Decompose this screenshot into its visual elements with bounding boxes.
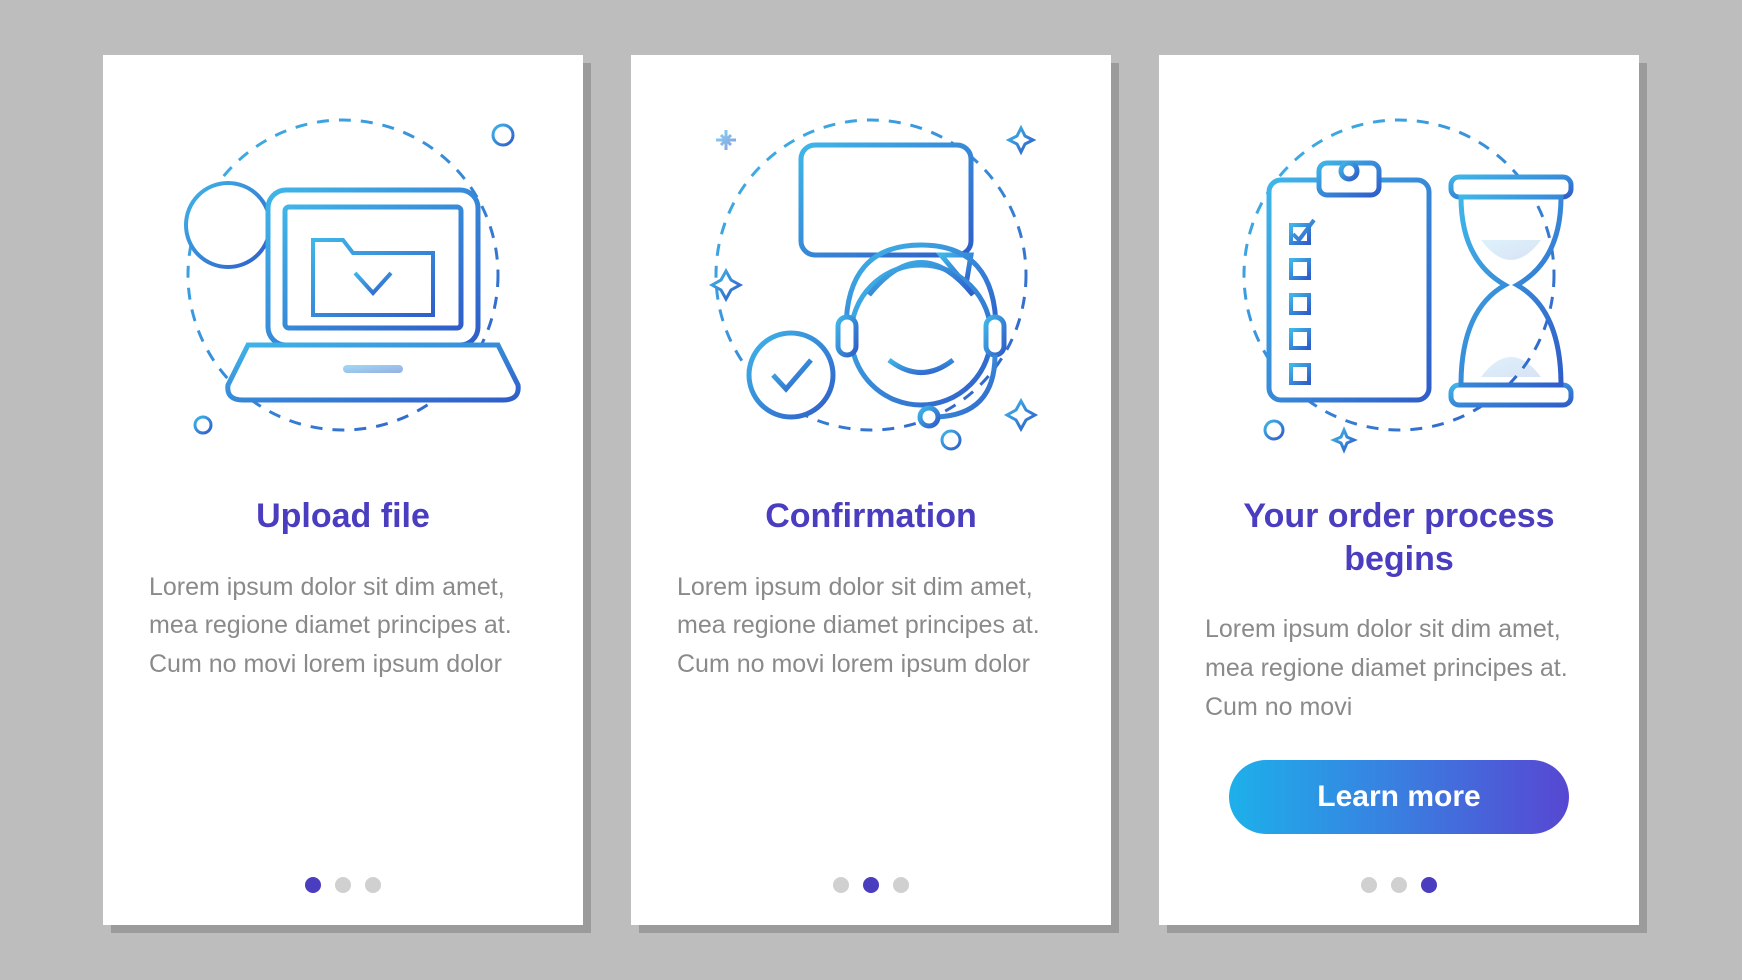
- dot-1[interactable]: [305, 877, 321, 893]
- onboarding-card-3: Your order process begins Lorem ipsum do…: [1159, 55, 1639, 925]
- checkmark-circle-icon: [749, 333, 833, 417]
- dot-2[interactable]: [863, 877, 879, 893]
- support-agent-icon: [838, 245, 1004, 426]
- clipboard-checklist-icon: [1269, 163, 1429, 400]
- dot-1[interactable]: [1361, 877, 1377, 893]
- clock-icon: [186, 183, 270, 267]
- dot-2[interactable]: [335, 877, 351, 893]
- pagination-dots: [103, 877, 583, 893]
- dot-3[interactable]: [1421, 877, 1437, 893]
- hourglass-icon: [1451, 177, 1571, 405]
- card-description: Lorem ipsum dolor sit dim amet, mea regi…: [143, 568, 543, 684]
- card-description: Lorem ipsum dolor sit dim amet, mea regi…: [1199, 610, 1599, 726]
- learn-more-button[interactable]: Learn more: [1229, 760, 1569, 834]
- pagination-dots: [1159, 877, 1639, 893]
- card-title: Your order process begins: [1199, 495, 1599, 580]
- dot-2[interactable]: [1391, 877, 1407, 893]
- card-description: Lorem ipsum dolor sit dim amet, mea regi…: [671, 568, 1071, 684]
- onboarding-card-2: Confirmation Lorem ipsum dolor sit dim a…: [631, 55, 1111, 925]
- dot-3[interactable]: [365, 877, 381, 893]
- card-title: Confirmation: [765, 495, 977, 538]
- card-title: Upload file: [256, 495, 430, 538]
- pagination-dots: [631, 877, 1111, 893]
- order-process-illustration: [1199, 85, 1599, 465]
- dot-3[interactable]: [893, 877, 909, 893]
- confirmation-illustration: [671, 85, 1071, 465]
- upload-file-illustration: [143, 85, 543, 465]
- dot-1[interactable]: [833, 877, 849, 893]
- chat-bubble-icon: [801, 145, 971, 285]
- onboarding-card-1: Upload file Lorem ipsum dolor sit dim am…: [103, 55, 583, 925]
